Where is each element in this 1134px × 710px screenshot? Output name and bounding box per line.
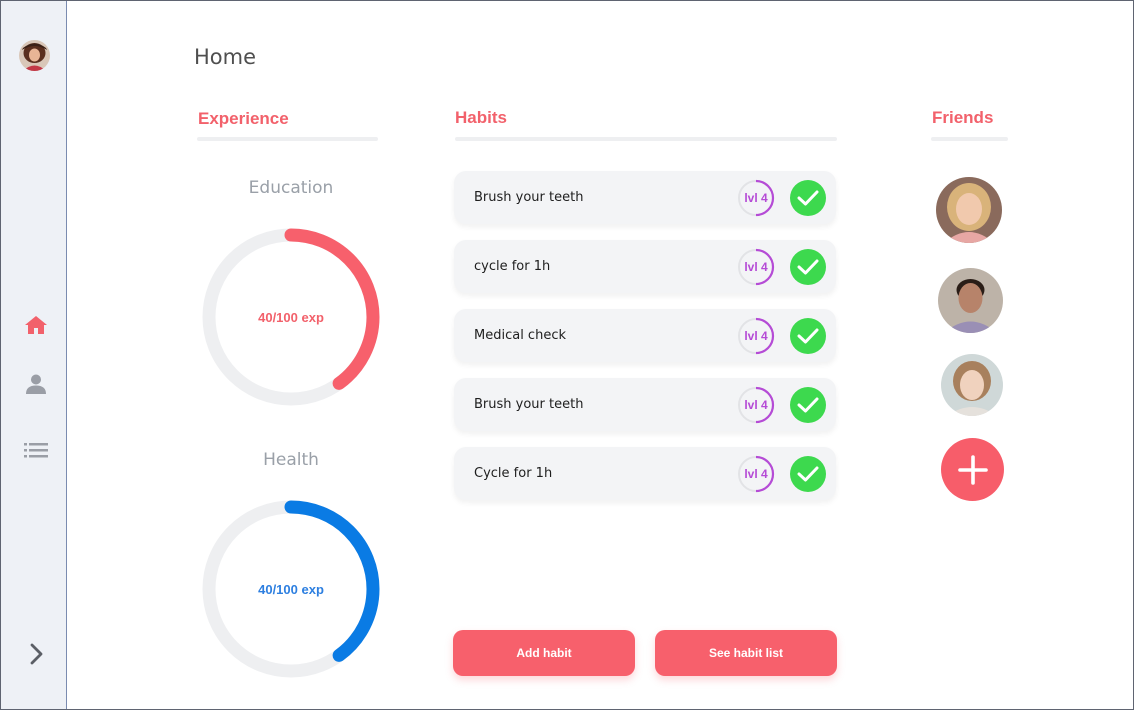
see-habit-list-button[interactable]: See habit list: [655, 630, 837, 676]
health-label: Health: [263, 450, 319, 470]
check-icon[interactable]: [790, 387, 826, 423]
friend-avatar[interactable]: [936, 177, 1002, 243]
level-badge: lvl 4: [737, 179, 775, 217]
habit-item[interactable]: cycle for 1h lvl 4: [454, 240, 836, 293]
user-avatar[interactable]: [19, 40, 50, 71]
page-title: Home: [194, 45, 257, 69]
list-icon[interactable]: [22, 437, 50, 463]
level-badge: lvl 4: [737, 386, 775, 424]
level-text: lvl 4: [744, 191, 768, 205]
health-exp-text: 40/100 exp: [258, 581, 324, 597]
habit-item[interactable]: Brush your teeth lvl 4: [454, 171, 836, 224]
habit-name: Medical check: [474, 328, 566, 343]
add-friend-button[interactable]: [941, 438, 1004, 501]
chevron-right-icon[interactable]: [25, 641, 47, 667]
friend-avatar[interactable]: [938, 268, 1003, 333]
experience-heading: Experience: [198, 109, 289, 128]
level-text: lvl 4: [744, 467, 768, 481]
health-progress-ring: 40/100 exp: [199, 497, 383, 681]
habit-item[interactable]: Medical check lvl 4: [454, 309, 836, 362]
friends-heading: Friends: [932, 108, 994, 127]
home-icon[interactable]: [22, 312, 50, 338]
habit-name: Brush your teeth: [474, 397, 584, 412]
habit-item[interactable]: Brush your teeth lvl 4: [454, 378, 836, 431]
habit-name: cycle for 1h: [474, 259, 551, 274]
level-badge: lvl 4: [737, 317, 775, 355]
habits-heading: Habits: [455, 108, 507, 127]
check-icon[interactable]: [790, 456, 826, 492]
habits-divider: [455, 137, 837, 141]
check-icon[interactable]: [790, 249, 826, 285]
sidebar: [1, 1, 67, 709]
check-icon[interactable]: [790, 318, 826, 354]
friend-avatar[interactable]: [941, 354, 1003, 416]
user-icon[interactable]: [22, 371, 50, 397]
friends-divider: [931, 137, 1008, 141]
check-icon[interactable]: [790, 180, 826, 216]
education-exp-text: 40/100 exp: [258, 309, 324, 325]
experience-divider: [197, 137, 378, 141]
habit-name: Brush your teeth: [474, 190, 584, 205]
level-badge: lvl 4: [737, 455, 775, 493]
level-badge: lvl 4: [737, 248, 775, 286]
level-text: lvl 4: [744, 260, 768, 274]
level-text: lvl 4: [744, 329, 768, 343]
habit-item[interactable]: Cycle for 1h lvl 4: [454, 447, 836, 500]
level-text: lvl 4: [744, 398, 768, 412]
education-progress-ring: 40/100 exp: [199, 225, 383, 409]
plus-icon: [957, 454, 988, 485]
app-window: Home Experience Education 40/100 exp Hea…: [0, 0, 1134, 710]
education-label: Education: [248, 178, 334, 198]
habit-name: Cycle for 1h: [474, 466, 553, 481]
add-habit-button[interactable]: Add habit: [453, 630, 635, 676]
